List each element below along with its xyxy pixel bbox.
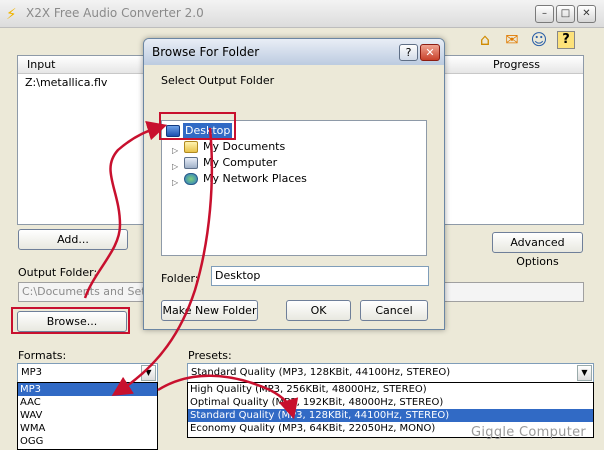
annotation-arrows — [83, 121, 299, 420]
arrow-desktop-to-formats — [111, 127, 214, 397]
arrow-formats-to-presets — [157, 374, 299, 420]
watermark: Giggle Computer — [471, 425, 587, 440]
arrow-browse-to-desktop — [83, 121, 168, 299]
screenshot: ⚡ X2X Free Audio Converter 2.0 – □ ✕ ⌂ ✉… — [0, 0, 604, 450]
